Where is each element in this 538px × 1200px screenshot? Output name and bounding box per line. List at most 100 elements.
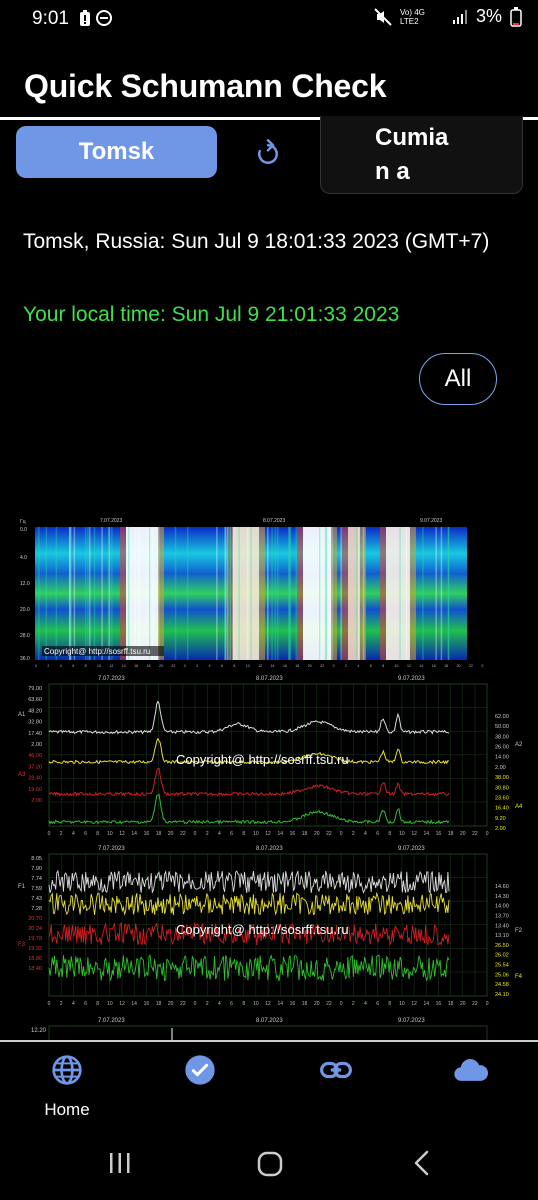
home-icon[interactable] xyxy=(257,1151,283,1177)
svg-text:8: 8 xyxy=(96,1001,99,1007)
cloud-icon xyxy=(454,1059,489,1081)
svg-text:14: 14 xyxy=(423,831,429,837)
svg-text:10: 10 xyxy=(395,664,399,668)
svg-text:22: 22 xyxy=(326,831,332,837)
svg-text:0: 0 xyxy=(184,664,186,668)
svg-text:20.24: 20.24 xyxy=(28,926,42,932)
svg-text:0: 0 xyxy=(35,664,37,668)
back-icon[interactable] xyxy=(412,1150,430,1176)
svg-text:F4: F4 xyxy=(515,974,522,980)
recent-apps-icon[interactable] xyxy=(108,1152,132,1174)
svg-text:36.0: 36.0 xyxy=(20,656,30,662)
svg-text:10: 10 xyxy=(246,664,250,668)
system-nav-bar xyxy=(0,1130,538,1200)
app-title: Quick Schumann Check xyxy=(24,68,387,104)
nav-home[interactable]: Home xyxy=(22,1054,112,1120)
svg-text:18.40: 18.40 xyxy=(28,966,42,972)
cumiana-tab-button[interactable]: Cumian a xyxy=(320,116,523,194)
check-circle-icon xyxy=(185,1055,215,1085)
svg-text:14: 14 xyxy=(277,831,283,837)
svg-text:14: 14 xyxy=(423,1001,429,1007)
tomsk-tab-button[interactable]: Tomsk xyxy=(16,126,217,178)
svg-text:A3: A3 xyxy=(18,772,26,778)
svg-text:10: 10 xyxy=(107,1001,113,1007)
frequency-chart: 0 2 4 6 8 10 12 14 16 18 20 22 0 2 4 6 8 10 12 14 16 18 20 22 0 2… xyxy=(18,842,522,1012)
svg-text:8.05: 8.05 xyxy=(31,856,42,862)
svg-text:9.07.2023: 9.07.2023 xyxy=(398,846,425,852)
local-time-text: Your local time: Sun Jul 9 21:01:33 2023 xyxy=(23,303,400,326)
nav-links[interactable] xyxy=(291,1054,381,1086)
svg-text:8: 8 xyxy=(242,1001,245,1007)
svg-text:6: 6 xyxy=(72,664,74,668)
svg-text:0: 0 xyxy=(486,831,489,837)
signal-icon xyxy=(452,9,467,24)
svg-text:18: 18 xyxy=(156,1001,162,1007)
nav-check[interactable] xyxy=(155,1054,245,1086)
spectrogram-copyright: Copyright@ http://sosrff.tsu.ru xyxy=(44,647,150,656)
svg-text:2.00: 2.00 xyxy=(31,798,42,804)
svg-text:38.00: 38.00 xyxy=(495,734,509,740)
svg-text:4: 4 xyxy=(357,664,359,668)
svg-text:20: 20 xyxy=(159,664,163,668)
svg-text:18: 18 xyxy=(295,664,299,668)
svg-text:0: 0 xyxy=(194,1001,197,1007)
spectrogram-burst xyxy=(233,527,259,660)
svg-text:16: 16 xyxy=(283,664,287,668)
svg-text:2.00: 2.00 xyxy=(495,765,506,771)
svg-text:20.70: 20.70 xyxy=(28,916,42,922)
svg-text:2: 2 xyxy=(345,664,347,668)
svg-text:7.07.2023: 7.07.2023 xyxy=(98,676,125,682)
svg-text:6: 6 xyxy=(376,831,379,837)
svg-text:F2: F2 xyxy=(515,928,522,934)
all-button[interactable]: All xyxy=(419,353,497,405)
battery-icon xyxy=(510,6,522,27)
svg-text:14: 14 xyxy=(277,1001,283,1007)
svg-text:22: 22 xyxy=(320,664,324,668)
svg-text:4: 4 xyxy=(218,831,221,837)
svg-text:25.06: 25.06 xyxy=(495,972,509,978)
svg-text:22: 22 xyxy=(180,1001,186,1007)
svg-text:4: 4 xyxy=(60,664,62,668)
svg-text:8.07.2023: 8.07.2023 xyxy=(256,846,283,852)
svg-text:20: 20 xyxy=(460,1001,466,1007)
svg-text:12: 12 xyxy=(258,664,262,668)
svg-text:2: 2 xyxy=(196,664,198,668)
svg-text:50.00: 50.00 xyxy=(495,724,509,730)
refresh-button[interactable] xyxy=(248,134,288,174)
svg-text:8: 8 xyxy=(382,664,384,668)
svg-text:9.07.2023: 9.07.2023 xyxy=(398,676,425,682)
spectrogram-chart: Гц 0.0 4.0 12.0 20.0 28.0 36.0 7.07.2023… xyxy=(18,515,522,670)
nav-cloud[interactable] xyxy=(426,1054,516,1086)
svg-text:A1: A1 xyxy=(18,712,26,718)
svg-text:0: 0 xyxy=(340,1001,343,1007)
svg-text:46.00: 46.00 xyxy=(28,753,42,759)
status-bar: 9:01 Vo) 4G LTE2 3% xyxy=(0,0,538,36)
svg-text:19.32: 19.32 xyxy=(28,946,42,952)
svg-text:14: 14 xyxy=(271,664,275,668)
svg-text:22: 22 xyxy=(472,1001,478,1007)
svg-text:20: 20 xyxy=(168,1001,174,1007)
svg-text:8.07.2023: 8.07.2023 xyxy=(256,676,283,682)
svg-text:14.60: 14.60 xyxy=(495,884,509,890)
bottom-nav: Home xyxy=(0,1042,538,1130)
svg-text:0: 0 xyxy=(481,664,483,668)
app-bar: Quick Schumann Check xyxy=(0,56,538,116)
svg-text:12: 12 xyxy=(119,831,125,837)
svg-text:6: 6 xyxy=(230,831,233,837)
chart-series-line xyxy=(48,891,450,916)
svg-text:63.60: 63.60 xyxy=(28,697,42,703)
svg-text:18: 18 xyxy=(444,664,448,668)
svg-text:18: 18 xyxy=(302,831,308,837)
svg-text:16: 16 xyxy=(144,831,150,837)
svg-text:0: 0 xyxy=(194,831,197,837)
svg-text:18: 18 xyxy=(147,664,151,668)
svg-text:14: 14 xyxy=(419,664,423,668)
svg-text:14.00: 14.00 xyxy=(495,904,509,910)
svg-text:6: 6 xyxy=(84,831,87,837)
amplitude-chart: 0 2 4 6 8 10 12 14 16 18 20 22 0 2 4 6 8 10 12 14 16 18 20 22 0 2… xyxy=(18,672,522,842)
svg-text:18.86: 18.86 xyxy=(28,956,42,962)
svg-text:12.0: 12.0 xyxy=(20,581,30,587)
svg-text:10: 10 xyxy=(97,664,101,668)
refresh-icon xyxy=(258,139,278,164)
svg-text:28.40: 28.40 xyxy=(28,776,42,782)
